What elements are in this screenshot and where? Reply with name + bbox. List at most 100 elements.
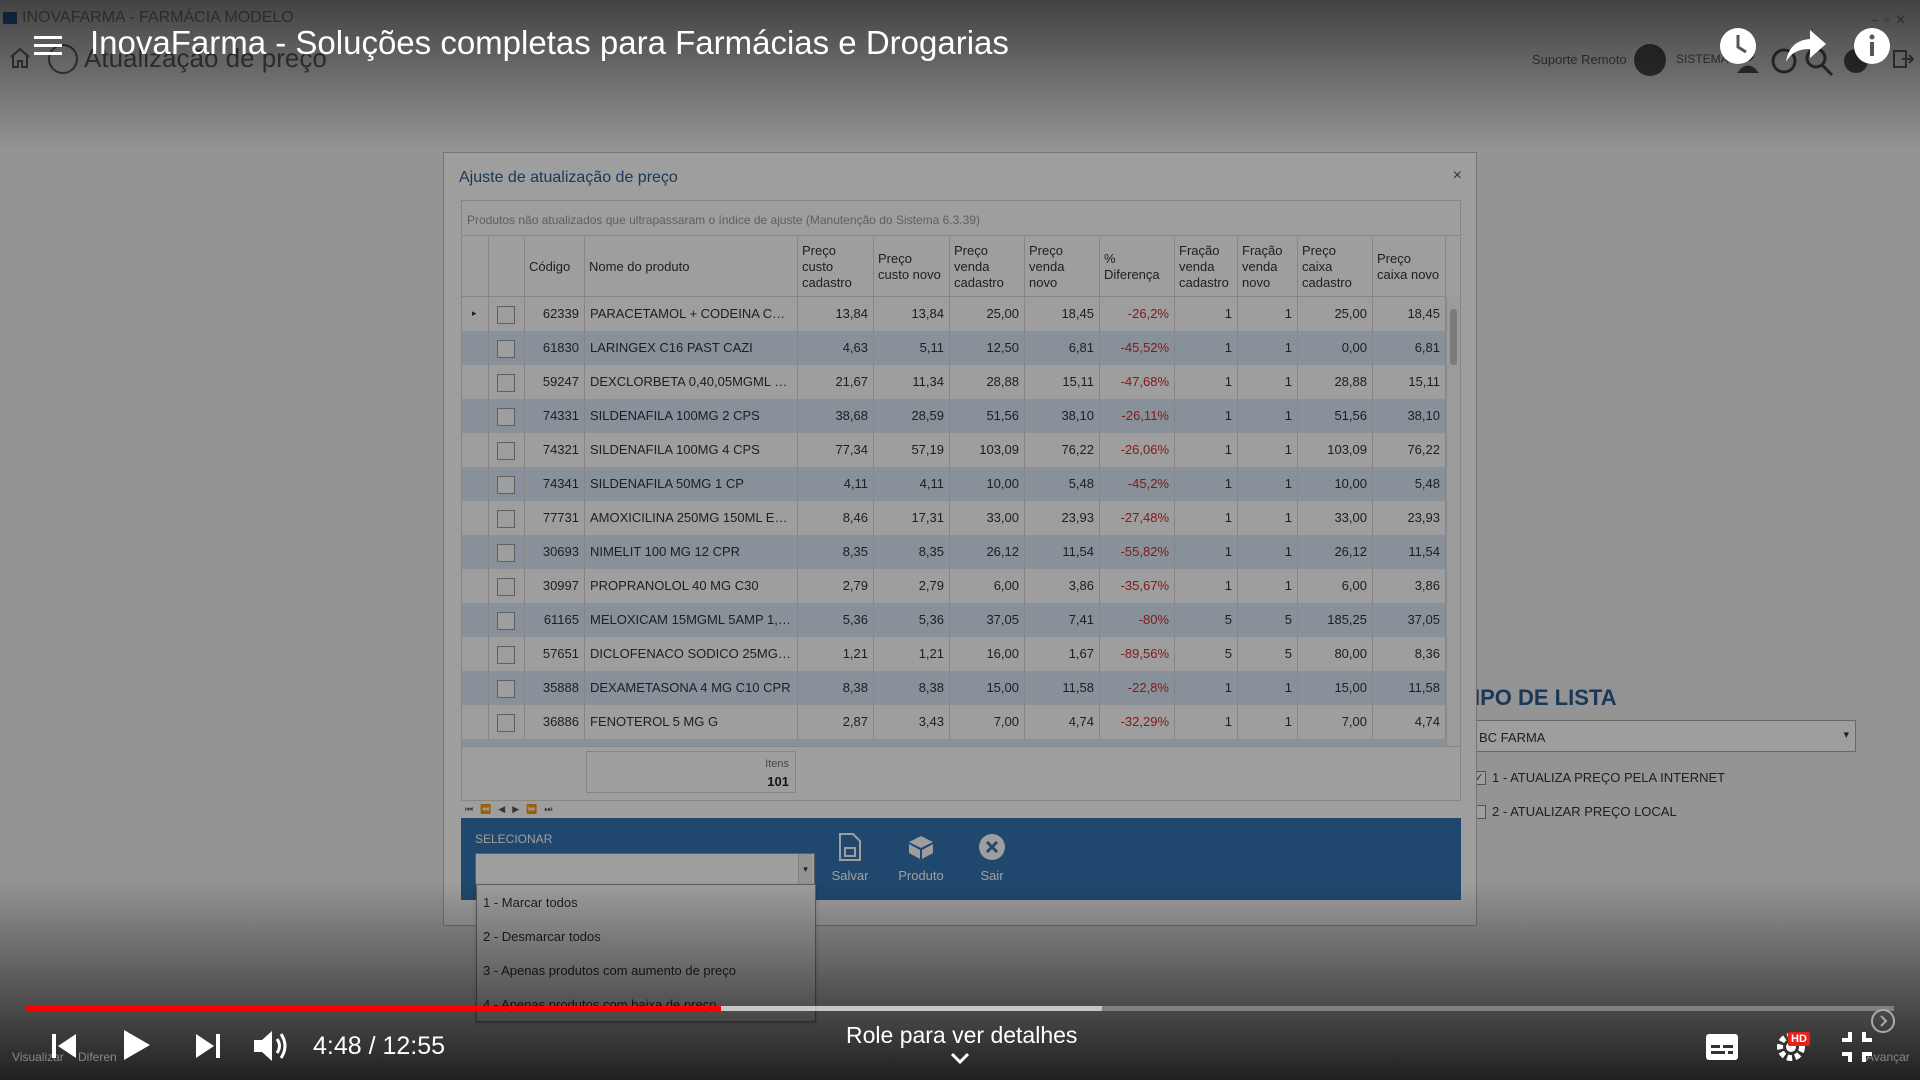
table-row[interactable]: 77731 AMOXICILINA 250MG 150ML EUR... 8,46 1… <box>462 501 1446 535</box>
cell-venda-cadastro: 15,00 <box>950 671 1025 705</box>
cell-caixa-novo: 11,58 <box>1373 671 1446 705</box>
exit-icon[interactable] <box>1892 48 1914 70</box>
selecionar-combo[interactable]: ▾ <box>475 853 815 885</box>
next-icon[interactable] <box>194 1031 222 1061</box>
row-indicator <box>462 433 489 467</box>
table-row[interactable]: 59247 DEXCLORBETA 0,40,05MGML PL 1... 21,6… <box>462 365 1446 399</box>
header-caixa-cadastro[interactable]: Preço caixa cadastro <box>1298 237 1373 297</box>
chevron-down-icon[interactable]: ▾ <box>798 854 812 884</box>
info-icon[interactable] <box>1852 26 1892 66</box>
table-row[interactable]: 57651 DICLOFENACO SODICO 25MG3M... 1,21 1,2… <box>462 637 1446 671</box>
table-row[interactable]: 61165 MELOXICAM 15MGML 5AMP 1,5... 5,36 5,3… <box>462 603 1446 637</box>
share-icon[interactable] <box>1784 28 1828 64</box>
header-fracao-cadastro[interactable]: Fração venda cadastro <box>1175 237 1238 297</box>
subtitles-icon[interactable] <box>1705 1033 1739 1061</box>
option-atualiza-internet[interactable]: ✓ 1 - ATUALIZA PREÇO PELA INTERNET <box>1472 769 1725 789</box>
row-checkbox[interactable] <box>497 510 515 528</box>
header-caixa-novo[interactable]: Preço caixa novo <box>1373 237 1446 297</box>
cell-caixa-cadastro: 185,25 <box>1298 603 1373 637</box>
cell-caixa-novo: 8,36 <box>1373 637 1446 671</box>
header-fracao-novo[interactable]: Fração venda novo <box>1238 237 1298 297</box>
header-custo-novo[interactable]: Preço custo novo <box>874 237 950 297</box>
row-checkbox[interactable] <box>497 680 515 698</box>
table-row[interactable]: ▸ 62339 PARACETAMOL + CODEINA C1 5... 13,84… <box>462 297 1446 331</box>
table-row[interactable]: 30693 NIMELIT 100 MG 12 CPR 8,35 8,35 26,12 1… <box>462 535 1446 569</box>
row-checkbox[interactable] <box>497 646 515 664</box>
header-venda-cadastro[interactable]: Preço venda cadastro <box>950 237 1025 297</box>
row-checkbox[interactable] <box>497 306 515 324</box>
dropdown-option[interactable]: 3 - Apenas produtos com aumento de preço <box>483 963 736 978</box>
table-row[interactable]: 36886 FENOTEROL 5 MG G 2,87 3,43 7,00 4,74 -32… <box>462 705 1446 739</box>
table-row[interactable]: 74331 SILDENAFILA 100MG 2 CPS 38,68 28,59 51… <box>462 399 1446 433</box>
forward-circle-icon[interactable] <box>1870 1008 1896 1034</box>
row-indicator <box>462 399 489 433</box>
header-venda-novo[interactable]: Preço venda novo <box>1025 237 1100 297</box>
product-button[interactable]: Produto <box>886 830 956 892</box>
cell-custo-novo: 2,79 <box>874 569 950 603</box>
dropdown-option[interactable]: 1 - Marcar todos <box>483 895 578 910</box>
header-diferenca[interactable]: % Diferença <box>1100 237 1175 297</box>
grid-scrollbar[interactable] <box>1446 297 1460 746</box>
cell-diferenca: -27,48% <box>1100 501 1175 535</box>
table-row[interactable] <box>462 739 1446 746</box>
tipo-lista-select[interactable]: BC FARMA ▾ <box>1472 720 1856 752</box>
cell-venda-cadastro: 25,00 <box>950 297 1025 331</box>
row-checkbox[interactable] <box>497 714 515 732</box>
dropdown-option[interactable]: 2 - Desmarcar todos <box>483 929 601 944</box>
cell-diferenca: -45,52% <box>1100 331 1175 365</box>
table-row[interactable]: 61830 LARINGEX C16 PAST CAZI 4,63 5,11 12,50… <box>462 331 1446 365</box>
cell-venda-novo: 38,10 <box>1025 399 1100 433</box>
cell-custo-novo: 5,11 <box>874 331 950 365</box>
cell-fracao-cadastro: 1 <box>1175 671 1238 705</box>
previous-icon[interactable] <box>50 1031 78 1061</box>
exit-fullscreen-icon[interactable] <box>1840 1030 1874 1064</box>
app-logo <box>3 12 17 24</box>
cell-caixa-novo: 38,10 <box>1373 399 1446 433</box>
table-row[interactable]: 30997 PROPRANOLOL 40 MG C30 2,79 2,79 6,00 3,… <box>462 569 1446 603</box>
play-icon[interactable] <box>122 1028 152 1062</box>
row-checkbox[interactable] <box>497 374 515 392</box>
hd-badge: HD <box>1788 1032 1810 1046</box>
app-window: INOVAFARMA - FARMÁCIA MODELO –▫✕ Atualiz… <box>0 0 1920 1080</box>
header-codigo[interactable]: Código <box>525 237 585 297</box>
cell-venda-novo: 18,45 <box>1025 297 1100 331</box>
menu-icon[interactable] <box>34 34 62 58</box>
scroll-hint[interactable]: Role para ver detalhes <box>846 1022 1077 1049</box>
volume-icon[interactable] <box>252 1028 292 1064</box>
header-custo-cadastro[interactable]: Preço custo cadastro <box>798 237 874 297</box>
scrollbar-thumb[interactable] <box>1450 309 1457 365</box>
row-checkbox[interactable] <box>497 340 515 358</box>
cell-caixa-cadastro: 0,00 <box>1298 331 1373 365</box>
save-button[interactable]: Salvar <box>815 830 885 892</box>
table-row[interactable]: 74321 SILDENAFILA 100MG 4 CPS 77,34 57,19 10… <box>462 433 1446 467</box>
option-atualizar-local[interactable]: 2 - ATUALIZAR PREÇO LOCAL <box>1472 803 1677 823</box>
cell-custo-cadastro: 38,68 <box>798 399 874 433</box>
header-nome[interactable]: Nome do produto <box>585 237 798 297</box>
cell-nome: PROPRANOLOL 40 MG C30 <box>585 569 798 603</box>
cell-nome: DEXCLORBETA 0,40,05MGML PL 1... <box>585 365 798 399</box>
home-icon[interactable] <box>8 46 32 70</box>
progress-bar[interactable] <box>26 1006 1894 1011</box>
cell-caixa-novo: 6,81 <box>1373 331 1446 365</box>
chevron-down-icon[interactable] <box>950 1052 970 1066</box>
watch-later-icon[interactable] <box>1718 26 1758 66</box>
cell-diferenca: -89,56% <box>1100 637 1175 671</box>
video-title[interactable]: InovaFarma - Soluções completas para Far… <box>90 24 1009 62</box>
row-checkbox[interactable] <box>497 442 515 460</box>
cell-fracao-cadastro: 5 <box>1175 603 1238 637</box>
table-row[interactable]: 35888 DEXAMETASONA 4 MG C10 CPR 8,38 8,38 15… <box>462 671 1446 705</box>
cell-custo-novo: 3,43 <box>874 705 950 739</box>
monitor-icon[interactable] <box>1634 44 1666 76</box>
row-checkbox[interactable] <box>497 578 515 596</box>
cell-venda-cadastro: 6,00 <box>950 569 1025 603</box>
row-checkbox[interactable] <box>497 612 515 630</box>
exit-button[interactable]: Sair <box>957 830 1027 892</box>
row-checkbox[interactable] <box>497 544 515 562</box>
cell-caixa-cadastro: 103,09 <box>1298 433 1373 467</box>
close-icon[interactable]: × <box>1453 167 1462 185</box>
row-checkbox[interactable] <box>497 476 515 494</box>
grid-navigator[interactable]: ⏮⏪◀▶⏩⏭ <box>461 801 1461 817</box>
remote-support-link[interactable]: Suporte Remoto <box>1532 52 1627 67</box>
table-row[interactable]: 74341 SILDENAFILA 50MG 1 CP 4,11 4,11 10,00 5… <box>462 467 1446 501</box>
row-checkbox[interactable] <box>497 408 515 426</box>
